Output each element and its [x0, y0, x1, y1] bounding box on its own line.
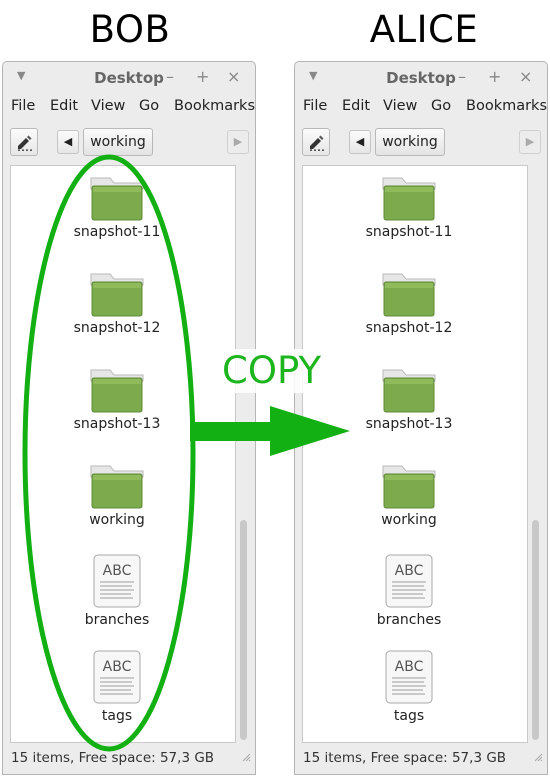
arrow-shaft — [190, 422, 272, 441]
selection-ellipse — [22, 154, 196, 752]
arrow-head-icon — [270, 406, 350, 456]
copy-label: COPY — [216, 349, 328, 393]
